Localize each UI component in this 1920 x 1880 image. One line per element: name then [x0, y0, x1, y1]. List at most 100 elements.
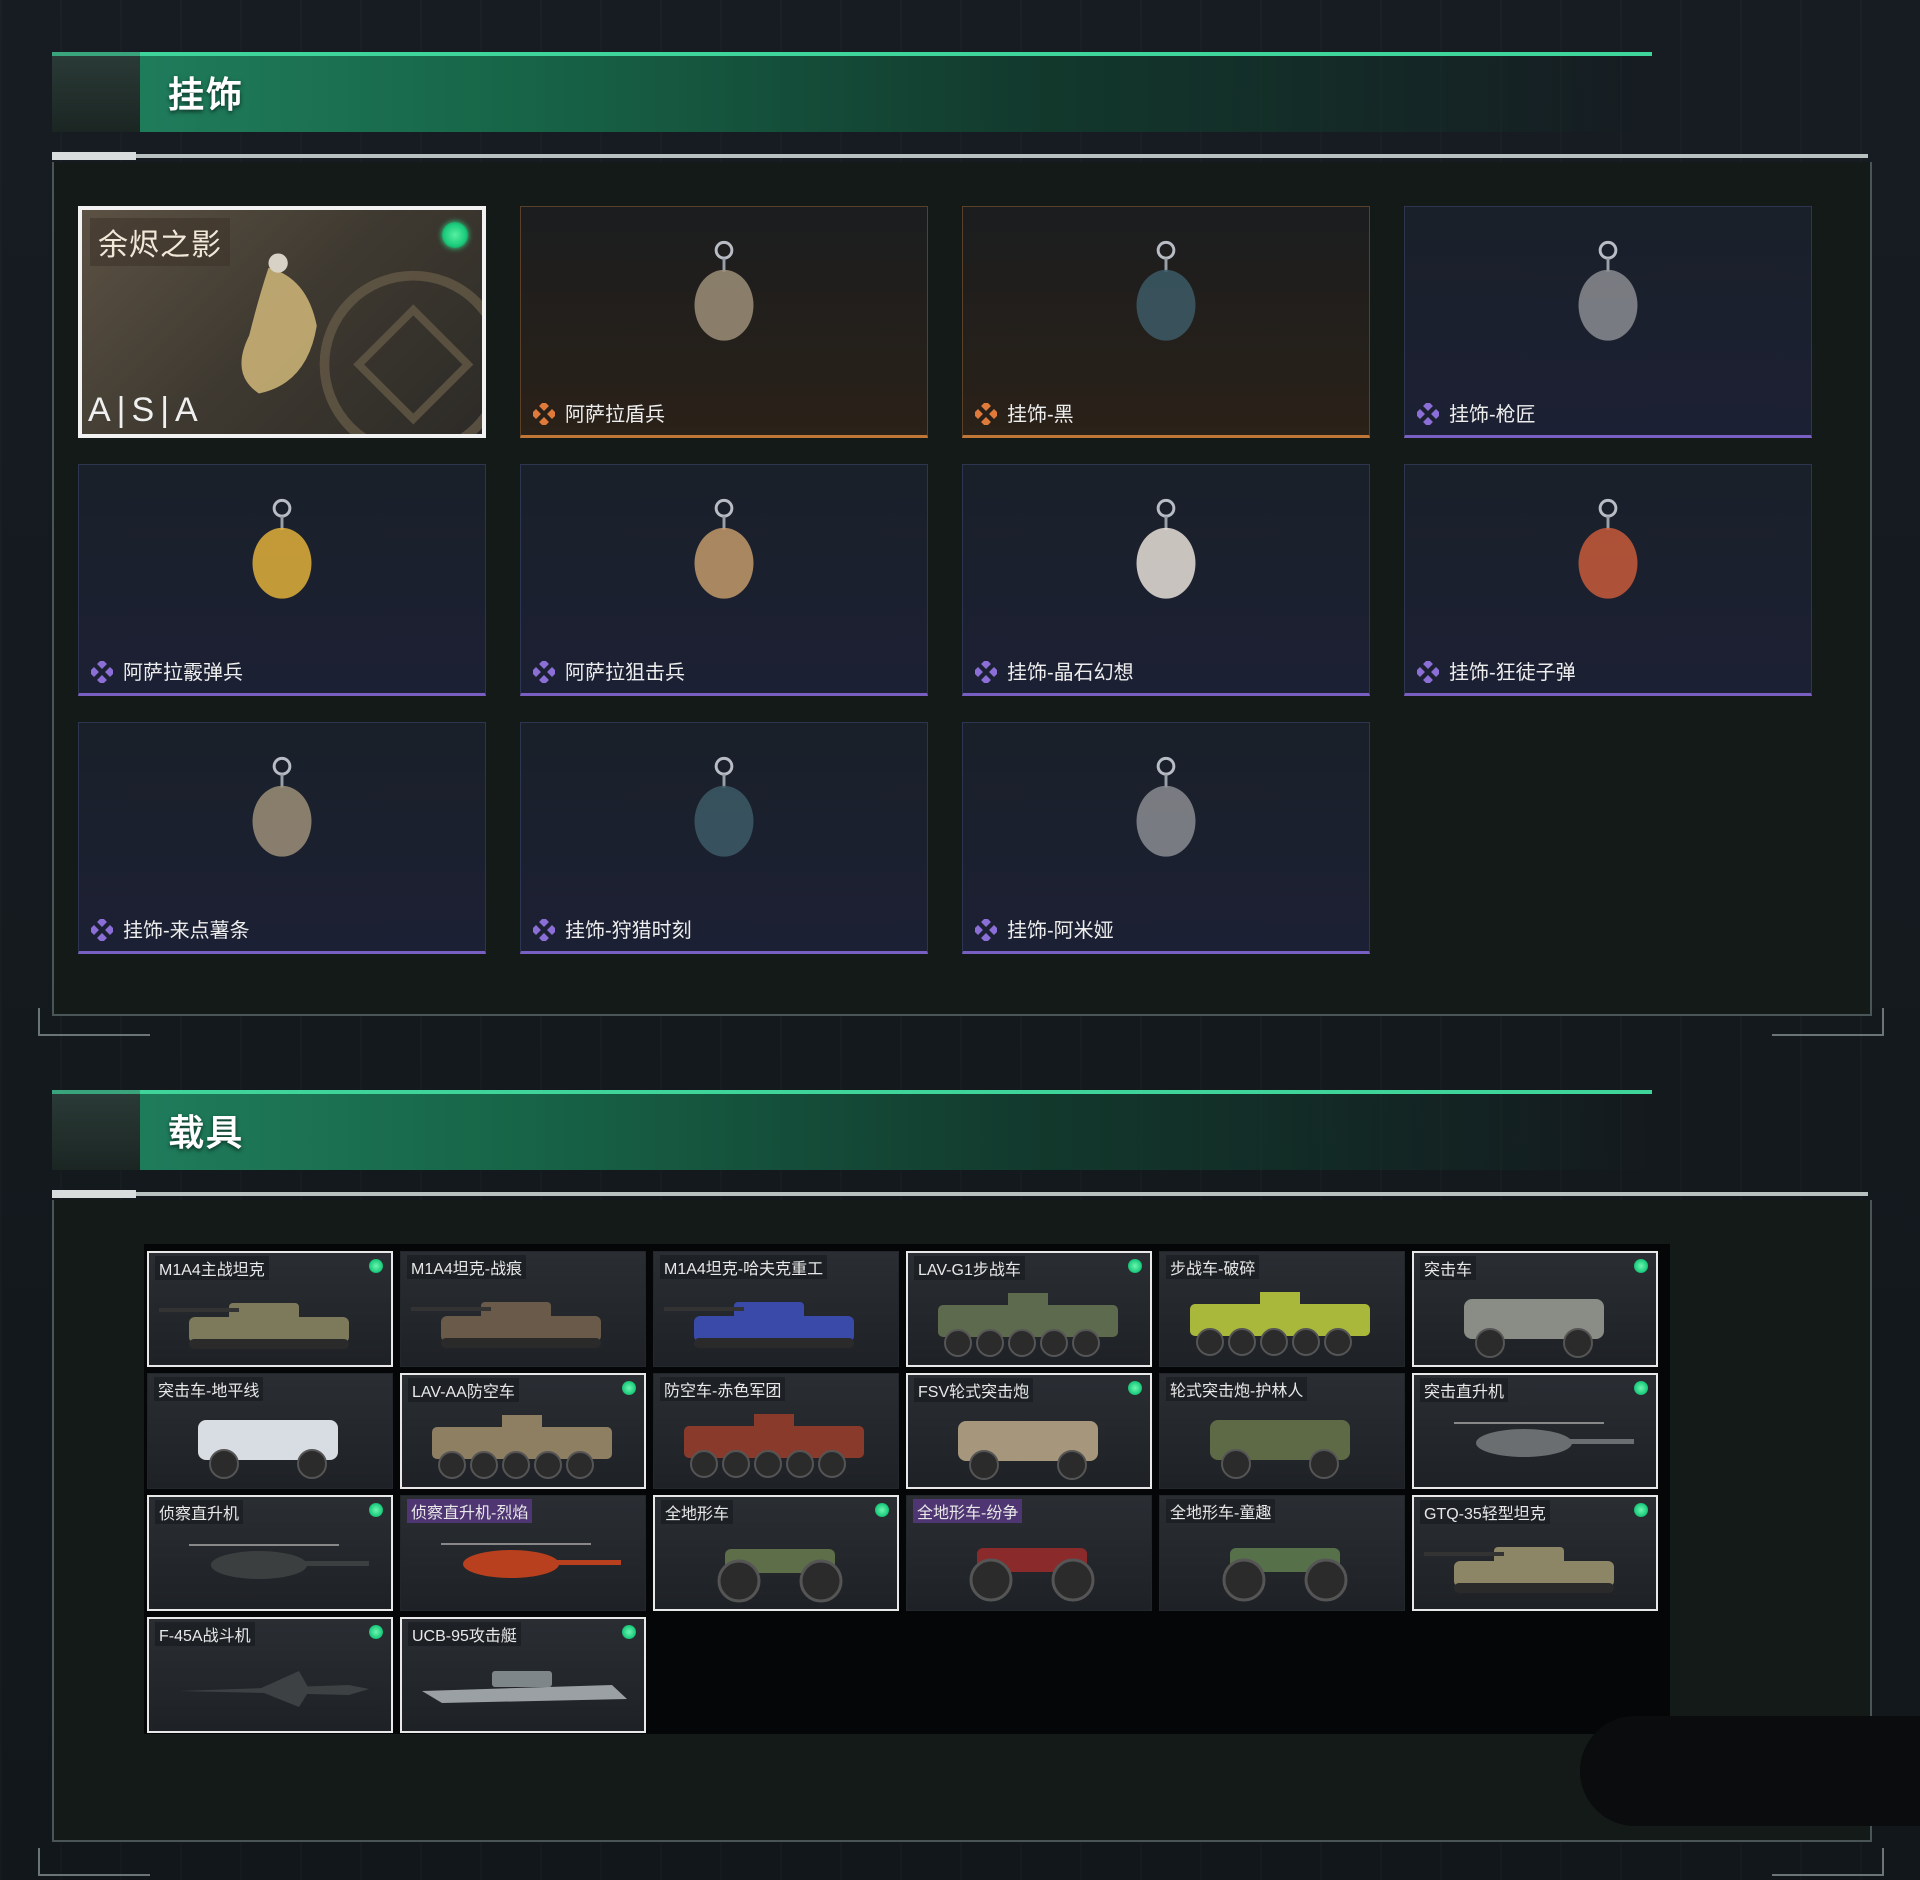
- vehicle-card[interactable]: F-45A战斗机: [147, 1617, 393, 1733]
- owned-indicator-icon: [1634, 1381, 1648, 1395]
- owned-indicator-icon: [875, 1503, 889, 1517]
- owned-indicator-icon: [1634, 1503, 1648, 1517]
- pendant-card[interactable]: 挂饰-狂徒子弹: [1404, 464, 1812, 696]
- vehicles-section-header: 载具: [52, 1090, 1652, 1170]
- owned-indicator-icon: [1128, 1259, 1142, 1273]
- vehicle-label: 突击直升机: [1420, 1378, 1509, 1402]
- vehicle-label: 侦察直升机-烈焰: [407, 1499, 533, 1523]
- vehicle-card[interactable]: 轮式突击炮-护林人: [1159, 1373, 1405, 1489]
- vehicle-label: M1A4坦克-战痕: [407, 1255, 527, 1279]
- vehicle-apc-icon: [938, 1293, 1118, 1357]
- vehicle-card[interactable]: GTQ-35轻型坦克: [1412, 1495, 1658, 1611]
- vehicle-tank-icon: [1424, 1547, 1614, 1593]
- vehicle-card[interactable]: 全地形车-纷争: [906, 1495, 1152, 1611]
- vehicle-label: 突击车: [1420, 1256, 1477, 1280]
- vehicle-card[interactable]: M1A4主战坦克: [147, 1251, 393, 1367]
- vehicle-tank-icon: [411, 1302, 601, 1348]
- rarity-diamond-icon: [533, 661, 555, 683]
- pendant-card[interactable]: 挂饰-晶石幻想: [962, 464, 1370, 696]
- header-left-block: [52, 1090, 140, 1170]
- panel-corner-right: [1772, 1008, 1884, 1036]
- owned-indicator-icon: [1634, 1259, 1648, 1273]
- rarity-diamond-icon: [533, 403, 555, 425]
- rarity-diamond-icon: [975, 661, 997, 683]
- vehicles-section-title: 载具: [168, 1112, 245, 1153]
- owned-indicator-icon: [369, 1625, 383, 1639]
- pendant-card[interactable]: 阿萨拉盾兵: [520, 206, 928, 438]
- pendant-card[interactable]: 阿萨拉霰弹兵: [78, 464, 486, 696]
- panel-corner-left: [38, 1848, 150, 1876]
- vehicle-card[interactable]: 全地形车: [653, 1495, 899, 1611]
- vehicle-card[interactable]: 侦察直升机-烈焰: [400, 1495, 646, 1611]
- vehicle-card[interactable]: LAV-AA防空车: [400, 1373, 646, 1489]
- vehicle-truck-icon: [198, 1420, 338, 1479]
- pendant-label: 阿萨拉盾兵: [565, 404, 665, 426]
- pendant-card[interactable]: 阿萨拉狙击兵: [520, 464, 928, 696]
- panel-corner-right: [1772, 1848, 1884, 1876]
- vehicle-card[interactable]: 突击直升机: [1412, 1373, 1658, 1489]
- vehicle-apc-icon: [1190, 1292, 1370, 1356]
- vehicle-card[interactable]: 突击车: [1412, 1251, 1658, 1367]
- vehicle-label: 步战车-破碎: [1166, 1255, 1260, 1279]
- vehicle-tank-icon: [159, 1303, 349, 1349]
- pendant-title: 余烬之影: [90, 218, 230, 266]
- vehicle-label: 全地形车: [661, 1500, 734, 1524]
- vehicle-boat-icon: [422, 1671, 627, 1703]
- vehicle-card[interactable]: 全地形车-童趣: [1159, 1495, 1405, 1611]
- pendant-brand: A|S|A: [88, 391, 204, 429]
- rarity-diamond-icon: [975, 403, 997, 425]
- vehicle-card[interactable]: 突击车-地平线: [147, 1373, 393, 1489]
- rarity-diamond-icon: [1417, 403, 1439, 425]
- vehicle-label: F-45A战斗机: [155, 1622, 255, 1646]
- pendant-label: 阿萨拉狙击兵: [565, 662, 685, 684]
- pendant-label: 阿萨拉霰弹兵: [123, 662, 243, 684]
- vehicle-card[interactable]: M1A4坦克-战痕: [400, 1251, 646, 1367]
- vehicle-truck-icon: [1210, 1420, 1350, 1479]
- pendant-card[interactable]: 挂饰-来点薯条: [78, 722, 486, 954]
- vehicle-heli-icon: [1454, 1422, 1634, 1457]
- vehicles-section-divider: [52, 1190, 1868, 1198]
- vehicle-card[interactable]: M1A4坦克-哈夫克重工: [653, 1251, 899, 1367]
- pendant-card[interactable]: 挂饰-阿米娅: [962, 722, 1370, 954]
- vehicle-card[interactable]: 侦察直升机: [147, 1495, 393, 1611]
- owned-indicator-icon: [622, 1625, 636, 1639]
- vehicle-card[interactable]: 防空车-赤色军团: [653, 1373, 899, 1489]
- pendant-label: 挂饰-狂徒子弹: [1449, 662, 1576, 684]
- vehicle-truck-icon: [1464, 1299, 1604, 1358]
- vehicle-apc-icon: [684, 1414, 864, 1478]
- pendant-label: 挂饰-枪匠: [1449, 404, 1536, 426]
- vehicle-label: M1A4主战坦克: [155, 1256, 269, 1280]
- owned-indicator-icon: [1128, 1381, 1142, 1395]
- vehicle-label: LAV-AA防空车: [408, 1378, 519, 1402]
- vehicle-card[interactable]: UCB-95攻击艇: [400, 1617, 646, 1733]
- vehicle-card[interactable]: 步战车-破碎: [1159, 1251, 1405, 1367]
- owned-indicator-icon: [369, 1259, 383, 1273]
- vehicle-label: LAV-G1步战车: [914, 1256, 1025, 1280]
- vehicle-label: 侦察直升机: [155, 1500, 244, 1524]
- header-bar: [140, 52, 1652, 132]
- pendant-card[interactable]: 挂饰-狩猎时刻: [520, 722, 928, 954]
- owned-indicator-icon: [369, 1503, 383, 1517]
- pendant-card[interactable]: 余烬之影 A|S|A: [78, 206, 486, 438]
- vehicle-label: UCB-95攻击艇: [408, 1622, 521, 1646]
- owned-indicator-icon: [622, 1381, 636, 1395]
- vehicle-atv-icon: [717, 1549, 843, 1603]
- vehicle-label: M1A4坦克-哈夫克重工: [660, 1255, 828, 1279]
- vehicle-heli-icon: [441, 1543, 621, 1578]
- pendants-section-header: 挂饰: [52, 52, 1652, 132]
- pendant-card[interactable]: 挂饰-黑: [962, 206, 1370, 438]
- pendant-label: 挂饰-黑: [1007, 404, 1074, 426]
- vehicle-heli-icon: [189, 1544, 369, 1579]
- pendants-section-title: 挂饰: [168, 74, 245, 115]
- vehicle-card[interactable]: LAV-G1步战车: [906, 1251, 1152, 1367]
- vehicle-apc-icon: [432, 1415, 612, 1479]
- vehicle-truck-icon: [958, 1421, 1098, 1480]
- vehicle-card[interactable]: FSV轮式突击炮: [906, 1373, 1152, 1489]
- vehicle-label: 突击车-地平线: [154, 1377, 264, 1401]
- pendant-label: 挂饰-晶石幻想: [1007, 662, 1134, 684]
- vehicle-jet-icon: [179, 1671, 369, 1707]
- pendants-section-divider: [52, 152, 1868, 160]
- pendant-card[interactable]: 挂饰-枪匠: [1404, 206, 1812, 438]
- vehicle-label: GTQ-35轻型坦克: [1420, 1500, 1550, 1524]
- vehicle-atv-icon: [1222, 1548, 1348, 1602]
